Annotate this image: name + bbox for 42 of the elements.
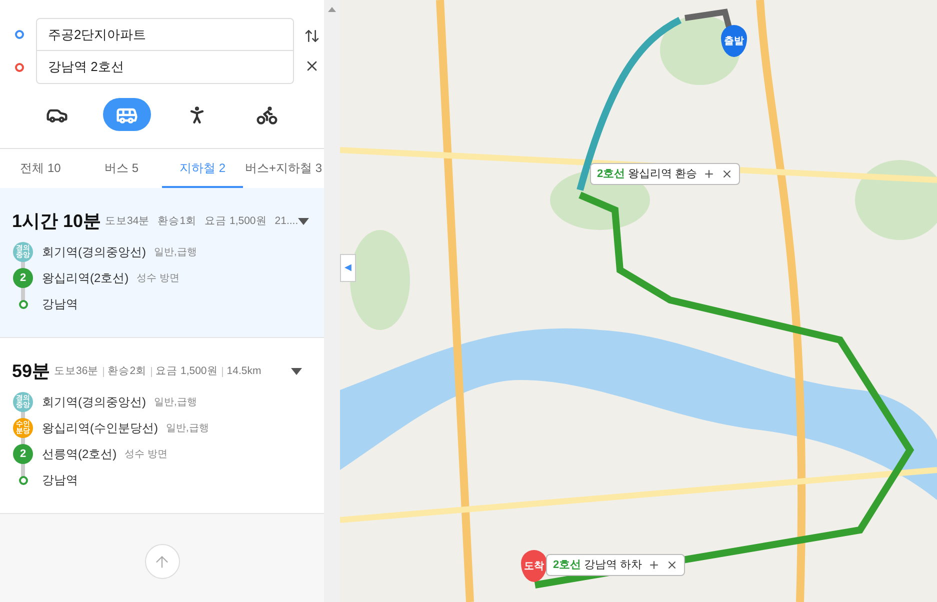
station-name: 회기역(경의중앙선) (42, 244, 146, 261)
callout-text: 2호선 왕십리역 환승 (597, 166, 698, 182)
station-note: 일반,급행 (154, 396, 197, 410)
route-detail: 도보36분 (54, 364, 99, 379)
line-badge: 2 (13, 268, 33, 288)
station-name: 강남역 (42, 472, 78, 489)
destination-field[interactable]: 강남역 2호선 (36, 51, 294, 84)
dropdown-caret-icon[interactable] (291, 368, 302, 375)
add-icon[interactable] (648, 559, 660, 571)
filter-tab[interactable]: 버스+지하철 3 (243, 149, 324, 188)
station-note: 일반,급행 (166, 422, 209, 436)
scrollbar[interactable] (324, 0, 340, 602)
line-badge: 2 (13, 444, 33, 464)
callout-text: 2호선 강남역 하차 (553, 558, 642, 573)
station-name: 강남역 (42, 296, 78, 313)
filter-tab[interactable]: 전체 10 (0, 149, 81, 188)
collapse-panel-button[interactable]: ◀ (340, 254, 356, 282)
route-detail: 21.... (274, 214, 298, 229)
station-note: 성수 방면 (136, 272, 180, 286)
route-detail: 요금 1,500원 (204, 214, 267, 229)
duration: 1시간 10분 (12, 210, 102, 233)
station-name: 선릉역(2호선) (42, 446, 117, 463)
route-detail: 환승2회 (108, 364, 147, 379)
bike-icon (256, 104, 278, 126)
station-name: 왕십리역(2호선) (42, 270, 129, 287)
station-note: 일반,급행 (154, 246, 197, 260)
station-name: 왕십리역(수인분당선) (42, 420, 158, 437)
close-icon[interactable] (666, 559, 678, 571)
swap-icon[interactable] (304, 28, 320, 44)
route-detail: 14.5km (226, 364, 262, 379)
station-name: 회기역(경의중앙선) (42, 394, 146, 411)
route-detail: 요금 1,500원 (156, 364, 218, 379)
add-icon[interactable] (703, 168, 716, 180)
station-note: 성수 방면 (124, 448, 168, 462)
close-icon[interactable] (721, 168, 734, 180)
origin-field[interactable]: 주공2단지아파트 (36, 18, 294, 51)
filter-tab[interactable]: 버스 5 (81, 149, 162, 188)
bus-mode-button[interactable] (103, 98, 151, 131)
dropdown-caret-icon[interactable] (298, 218, 310, 225)
route-detail: 도보34분 (105, 214, 150, 229)
duration: 59분 (12, 360, 50, 383)
route-detail: 환승1회 (158, 214, 197, 229)
